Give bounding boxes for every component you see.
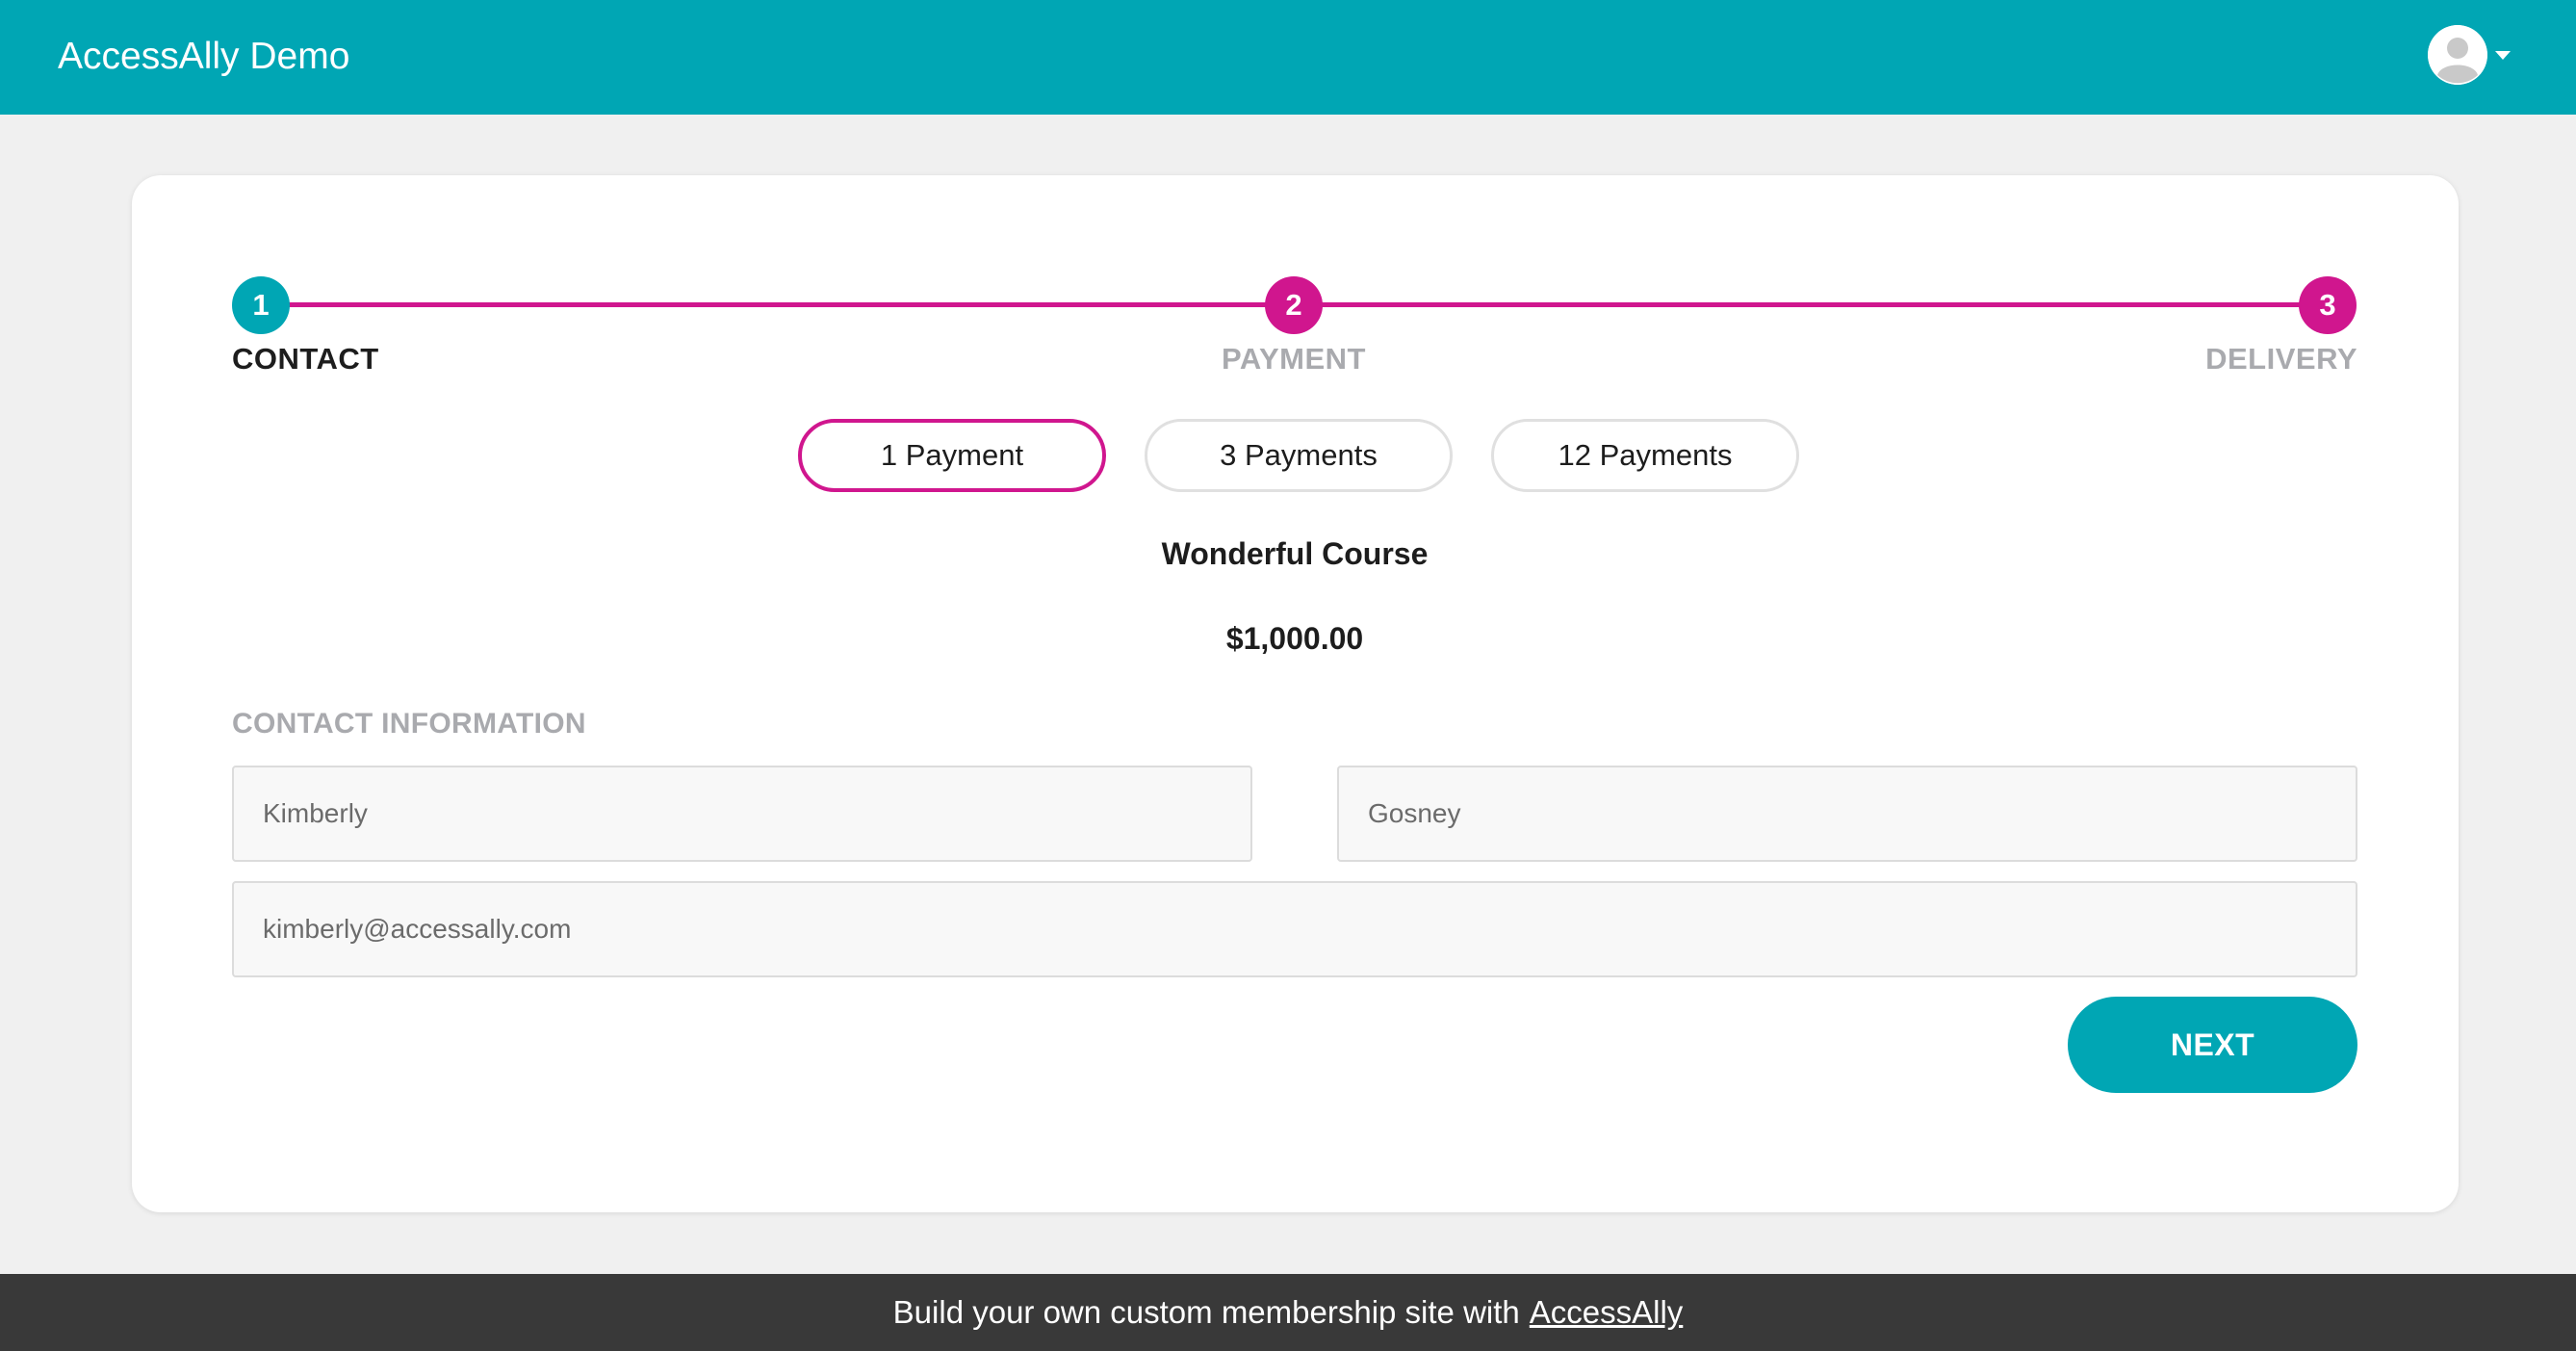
step-2-circle: 2 (1265, 276, 1323, 334)
payment-option-label: 3 Payments (1220, 438, 1378, 472)
step-2-number: 2 (1285, 288, 1302, 322)
last-name-field[interactable] (1337, 766, 2357, 862)
first-name-field[interactable] (232, 766, 1252, 862)
stepper-connector-2 (1294, 302, 2328, 307)
user-avatar-icon[interactable] (2428, 25, 2487, 85)
brand-title: AccessAlly Demo (58, 36, 350, 77)
step-1-circle: 1 (232, 276, 290, 334)
step-3-number: 3 (2319, 288, 2336, 322)
payment-option-label: 1 Payment (880, 438, 1024, 472)
footer-text: Build your own custom membership site wi… (892, 1294, 1520, 1330)
payment-option-12[interactable]: 12 Payments (1491, 419, 1799, 492)
stepper-connector-1 (260, 302, 1294, 307)
step-2-label: PAYMENT (1222, 342, 1366, 376)
footer-accessally-link[interactable]: AccessAlly (1530, 1294, 1684, 1331)
payment-option-1[interactable]: 1 Payment (798, 419, 1106, 492)
footer: Build your own custom membership site wi… (0, 1274, 2576, 1351)
product-price: $1,000.00 (1225, 621, 1364, 656)
user-menu[interactable] (2428, 25, 2514, 87)
step-3-label: DELIVERY (2205, 342, 2357, 376)
step-1-number: 1 (252, 288, 270, 322)
payment-option-3[interactable]: 3 Payments (1145, 419, 1453, 492)
payment-option-label: 12 Payments (1558, 438, 1733, 472)
caret-down-icon[interactable] (2495, 51, 2511, 60)
step-1-label: CONTACT (232, 342, 379, 376)
top-bar: AccessAlly Demo (0, 0, 2576, 115)
contact-section-heading: CONTACT INFORMATION (232, 708, 586, 740)
product-name: Wonderful Course (1161, 536, 1429, 571)
next-button[interactable]: NEXT (2068, 997, 2357, 1093)
email-field[interactable] (232, 881, 2357, 977)
step-3-circle: 3 (2299, 276, 2357, 334)
